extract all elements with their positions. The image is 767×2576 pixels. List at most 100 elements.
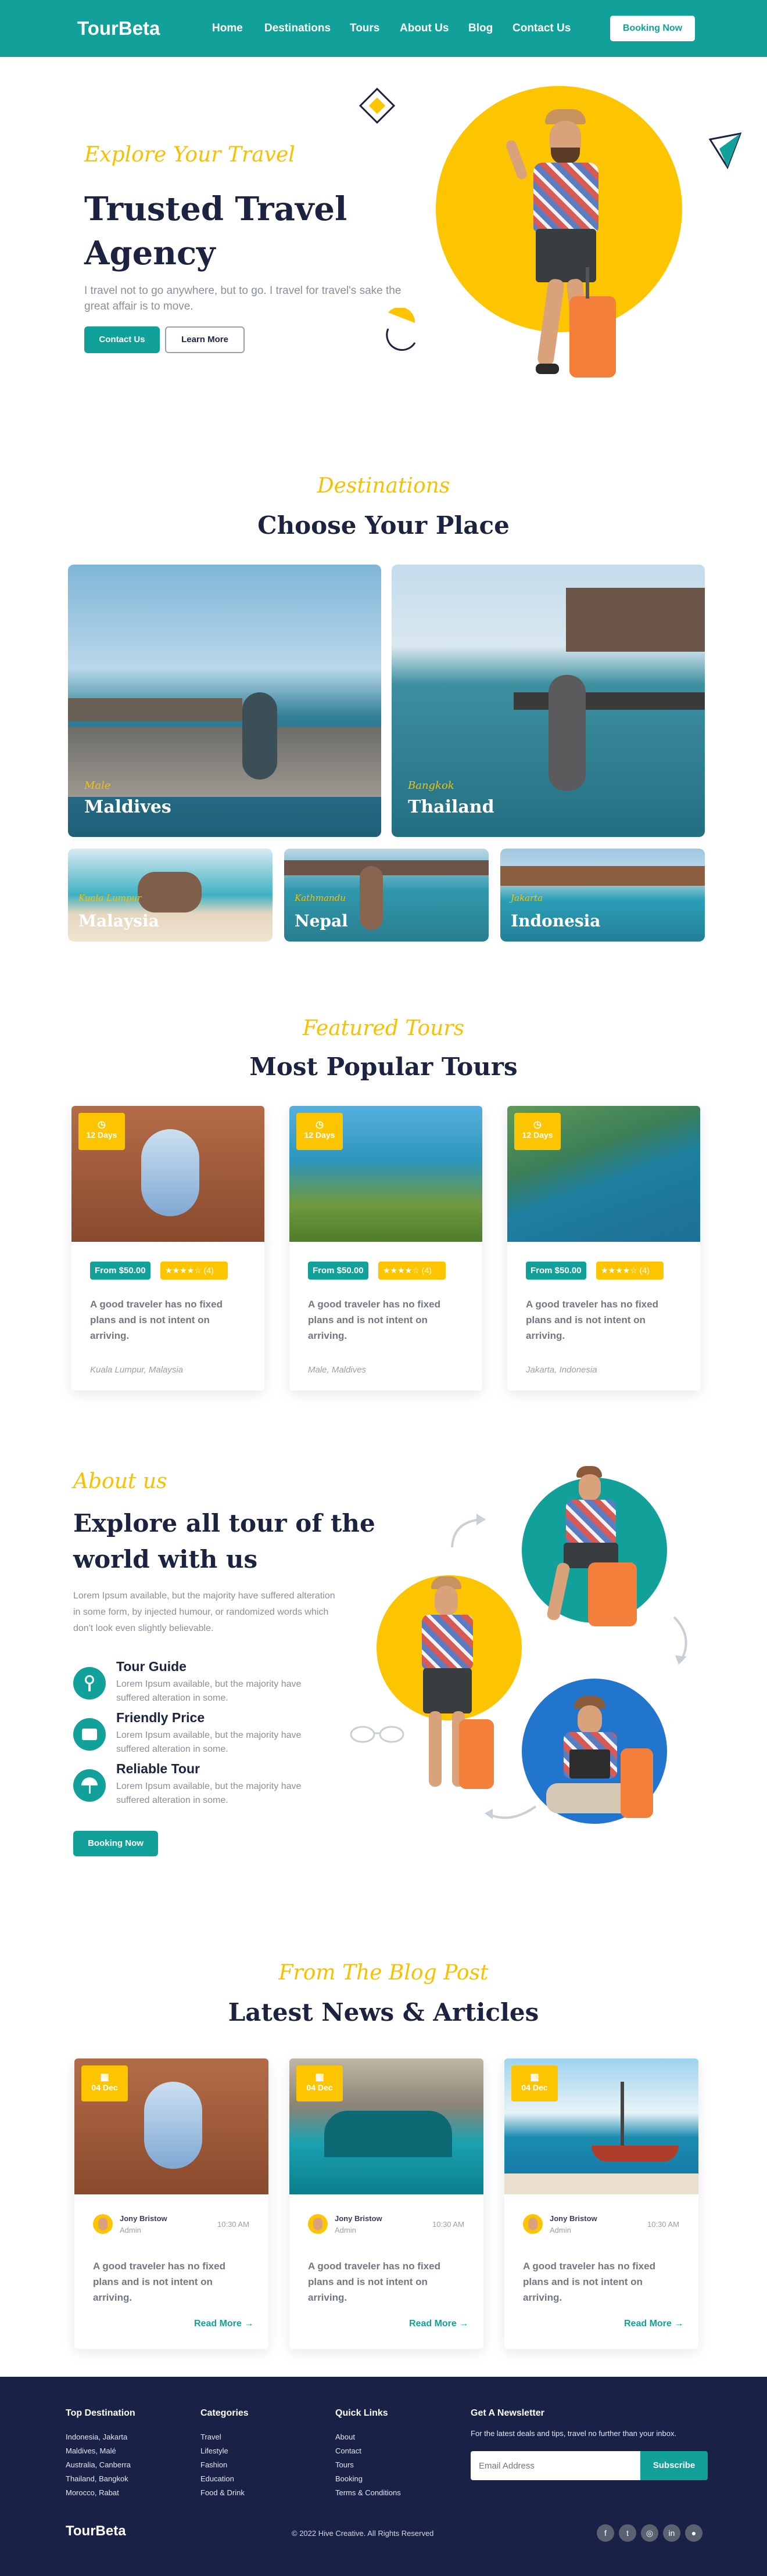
clock-icon: ◷ xyxy=(98,1120,106,1130)
destination-card-indonesia[interactable]: Jakarta Indonesia xyxy=(500,849,705,942)
blog-time: 10:30 AM xyxy=(432,2220,464,2229)
nav-blog[interactable]: Blog xyxy=(468,22,493,35)
contact-us-button[interactable]: Contact Us xyxy=(84,326,160,353)
tour-card[interactable]: ◷ 12 Days From $50.00 ★★★★☆ (4) A good t… xyxy=(71,1106,264,1391)
nav-about-us[interactable]: About Us xyxy=(400,22,449,35)
footer-logo[interactable]: TourBeta xyxy=(66,2523,126,2539)
footer-link[interactable]: Australia, Canberra xyxy=(66,2460,131,2469)
destination-card-malaysia[interactable]: Kuala Lumpur Malaysia xyxy=(68,849,273,942)
facebook-icon[interactable]: f xyxy=(597,2524,614,2542)
twitter-icon[interactable]: t xyxy=(619,2524,636,2542)
about-script-heading: About us xyxy=(73,1470,167,1493)
blog-script-heading: From The Blog Post xyxy=(278,1961,489,1985)
tour-description: A good traveler has no fixed plans and i… xyxy=(526,1299,658,1341)
footer-heading-newsletter: Get A Newsletter xyxy=(471,2408,544,2418)
blog-card[interactable]: ▦ 04 Dec Jony Bristow Admin 10:30 AM A g… xyxy=(504,2058,698,2349)
blog-date: 04 Dec xyxy=(91,2083,118,2092)
learn-more-button[interactable]: Learn More xyxy=(165,326,245,353)
tour-description: A good traveler has no fixed plans and i… xyxy=(308,1299,440,1341)
calendar-icon: ▦ xyxy=(100,2072,109,2082)
tour-card[interactable]: ◷ 12 Days From $50.00 ★★★★☆ (4) A good t… xyxy=(507,1106,700,1391)
nav-tours[interactable]: Tours xyxy=(350,22,379,35)
arrow-right-icon: → xyxy=(244,2319,254,2329)
footer-heading-categories: Categories xyxy=(200,2408,249,2418)
nav-destinations[interactable]: Destinations xyxy=(264,22,331,35)
tour-location: Jakarta, Indonesia xyxy=(526,1365,597,1375)
destination-name: Thailand xyxy=(408,797,494,817)
read-more-link[interactable]: Read More → xyxy=(409,2319,468,2329)
footer-link[interactable]: Tours xyxy=(335,2460,354,2469)
destination-subtitle: Kuala Lumpur xyxy=(78,893,142,903)
read-more-link[interactable]: Read More → xyxy=(194,2319,253,2329)
about-title-line: Explore all tour of the xyxy=(73,1509,375,1537)
star-rating-icon: ★★★★☆ xyxy=(383,1266,420,1275)
blog-time: 10:30 AM xyxy=(217,2220,249,2229)
blog-date: 04 Dec xyxy=(306,2083,333,2092)
feature-description: Lorem Ipsum available, but the majority … xyxy=(116,1679,302,1703)
site-logo[interactable]: TourBeta xyxy=(77,17,160,39)
nav-contact-us[interactable]: Contact Us xyxy=(512,22,571,35)
blog-card[interactable]: ▦ 04 Dec Jony Bristow Admin 10:30 AM A g… xyxy=(74,2058,268,2349)
linkedin-icon[interactable]: in xyxy=(663,2524,680,2542)
read-more-label: Read More xyxy=(624,2319,672,2329)
tour-card[interactable]: ◷ 12 Days From $50.00 ★★★★☆ (4) A good t… xyxy=(289,1106,482,1391)
destination-card-maldives[interactable]: Male Maldives xyxy=(68,565,381,837)
footer-link[interactable]: Education xyxy=(200,2474,234,2483)
days-label: 12 Days xyxy=(86,1130,117,1140)
calendar-icon: ▦ xyxy=(315,2072,324,2082)
arrow-decoration-icon xyxy=(451,1514,486,1548)
blog-description: A good traveler has no fixed plans and i… xyxy=(93,2261,225,2303)
read-more-link[interactable]: Read More → xyxy=(624,2319,683,2329)
blog-author: Jony Bristow xyxy=(335,2214,382,2223)
rating-badge: ★★★★☆ (4) xyxy=(378,1262,446,1280)
about-title: Explore all tour of the world with us xyxy=(73,1506,375,1578)
feature-description: Lorem Ipsum available, but the majority … xyxy=(116,1781,302,1805)
about-booking-now-button[interactable]: Booking Now xyxy=(73,1831,158,1856)
footer-link[interactable]: Fashion xyxy=(200,2460,227,2469)
feature-title: Friendly Price xyxy=(116,1710,205,1725)
destination-name: Maldives xyxy=(84,797,171,817)
github-icon[interactable]: ● xyxy=(685,2524,703,2542)
days-badge: ◷ 12 Days xyxy=(514,1113,561,1150)
blog-description: A good traveler has no fixed plans and i… xyxy=(308,2261,440,2303)
reading-traveler-image xyxy=(540,1696,657,1830)
footer-link[interactable]: Travel xyxy=(200,2433,221,2441)
feature-title: Tour Guide xyxy=(116,1659,187,1674)
wallet-icon xyxy=(73,1718,106,1751)
half-circle-decoration xyxy=(386,308,416,351)
footer-link[interactable]: Thailand, Bangkok xyxy=(66,2474,128,2483)
price-badge: From $50.00 xyxy=(526,1262,586,1280)
copyright-text: © 2022 Hive Creative. All Rights Reserve… xyxy=(292,2529,434,2538)
blog-author: Jony Bristow xyxy=(550,2214,597,2223)
price-badge: From $50.00 xyxy=(90,1262,150,1280)
booking-now-button[interactable]: Booking Now xyxy=(610,16,695,41)
footer-link[interactable]: Lifestyle xyxy=(200,2446,228,2455)
destination-name: Malaysia xyxy=(78,911,159,930)
footer-link[interactable]: Booking xyxy=(335,2474,363,2483)
subscribe-button[interactable]: Subscribe xyxy=(640,2451,708,2480)
footer-link[interactable]: Food & Drink xyxy=(200,2488,245,2497)
rating-count: (4) xyxy=(639,1266,650,1275)
footer-link[interactable]: Morocco, Rabat xyxy=(66,2488,119,2497)
newsletter-text: For the latest deals and tips, travel no… xyxy=(471,2429,677,2438)
footer-link[interactable]: Indonesia, Jakarta xyxy=(66,2433,127,2441)
destination-name: Indonesia xyxy=(511,911,601,930)
footer-heading-quick-links: Quick Links xyxy=(335,2408,388,2418)
about-description: Lorem Ipsum available, but the majority … xyxy=(73,1591,335,1633)
footer-link[interactable]: Contact xyxy=(335,2446,361,2455)
arrow-decoration-icon xyxy=(485,1805,537,1819)
read-more-label: Read More xyxy=(409,2319,457,2329)
nav-home[interactable]: Home xyxy=(212,22,243,35)
destination-card-thailand[interactable]: Bangkok Thailand xyxy=(392,565,705,837)
rating-count: (4) xyxy=(203,1266,214,1275)
footer-link[interactable]: Terms & Conditions xyxy=(335,2488,401,2497)
footer-link[interactable]: About xyxy=(335,2433,355,2441)
instagram-icon[interactable]: ◎ xyxy=(641,2524,658,2542)
blog-card[interactable]: ▦ 04 Dec Jony Bristow Admin 10:30 AM A g… xyxy=(289,2058,483,2349)
blog-author-role: Admin xyxy=(550,2226,571,2234)
rating-badge: ★★★★☆ (4) xyxy=(160,1262,228,1280)
newsletter-email-input[interactable] xyxy=(471,2451,640,2480)
destination-card-nepal[interactable]: Kathmandu Nepal xyxy=(284,849,489,942)
footer-link[interactable]: Maldives, Malé xyxy=(66,2446,116,2455)
destination-subtitle: Jakarta xyxy=(511,893,543,903)
